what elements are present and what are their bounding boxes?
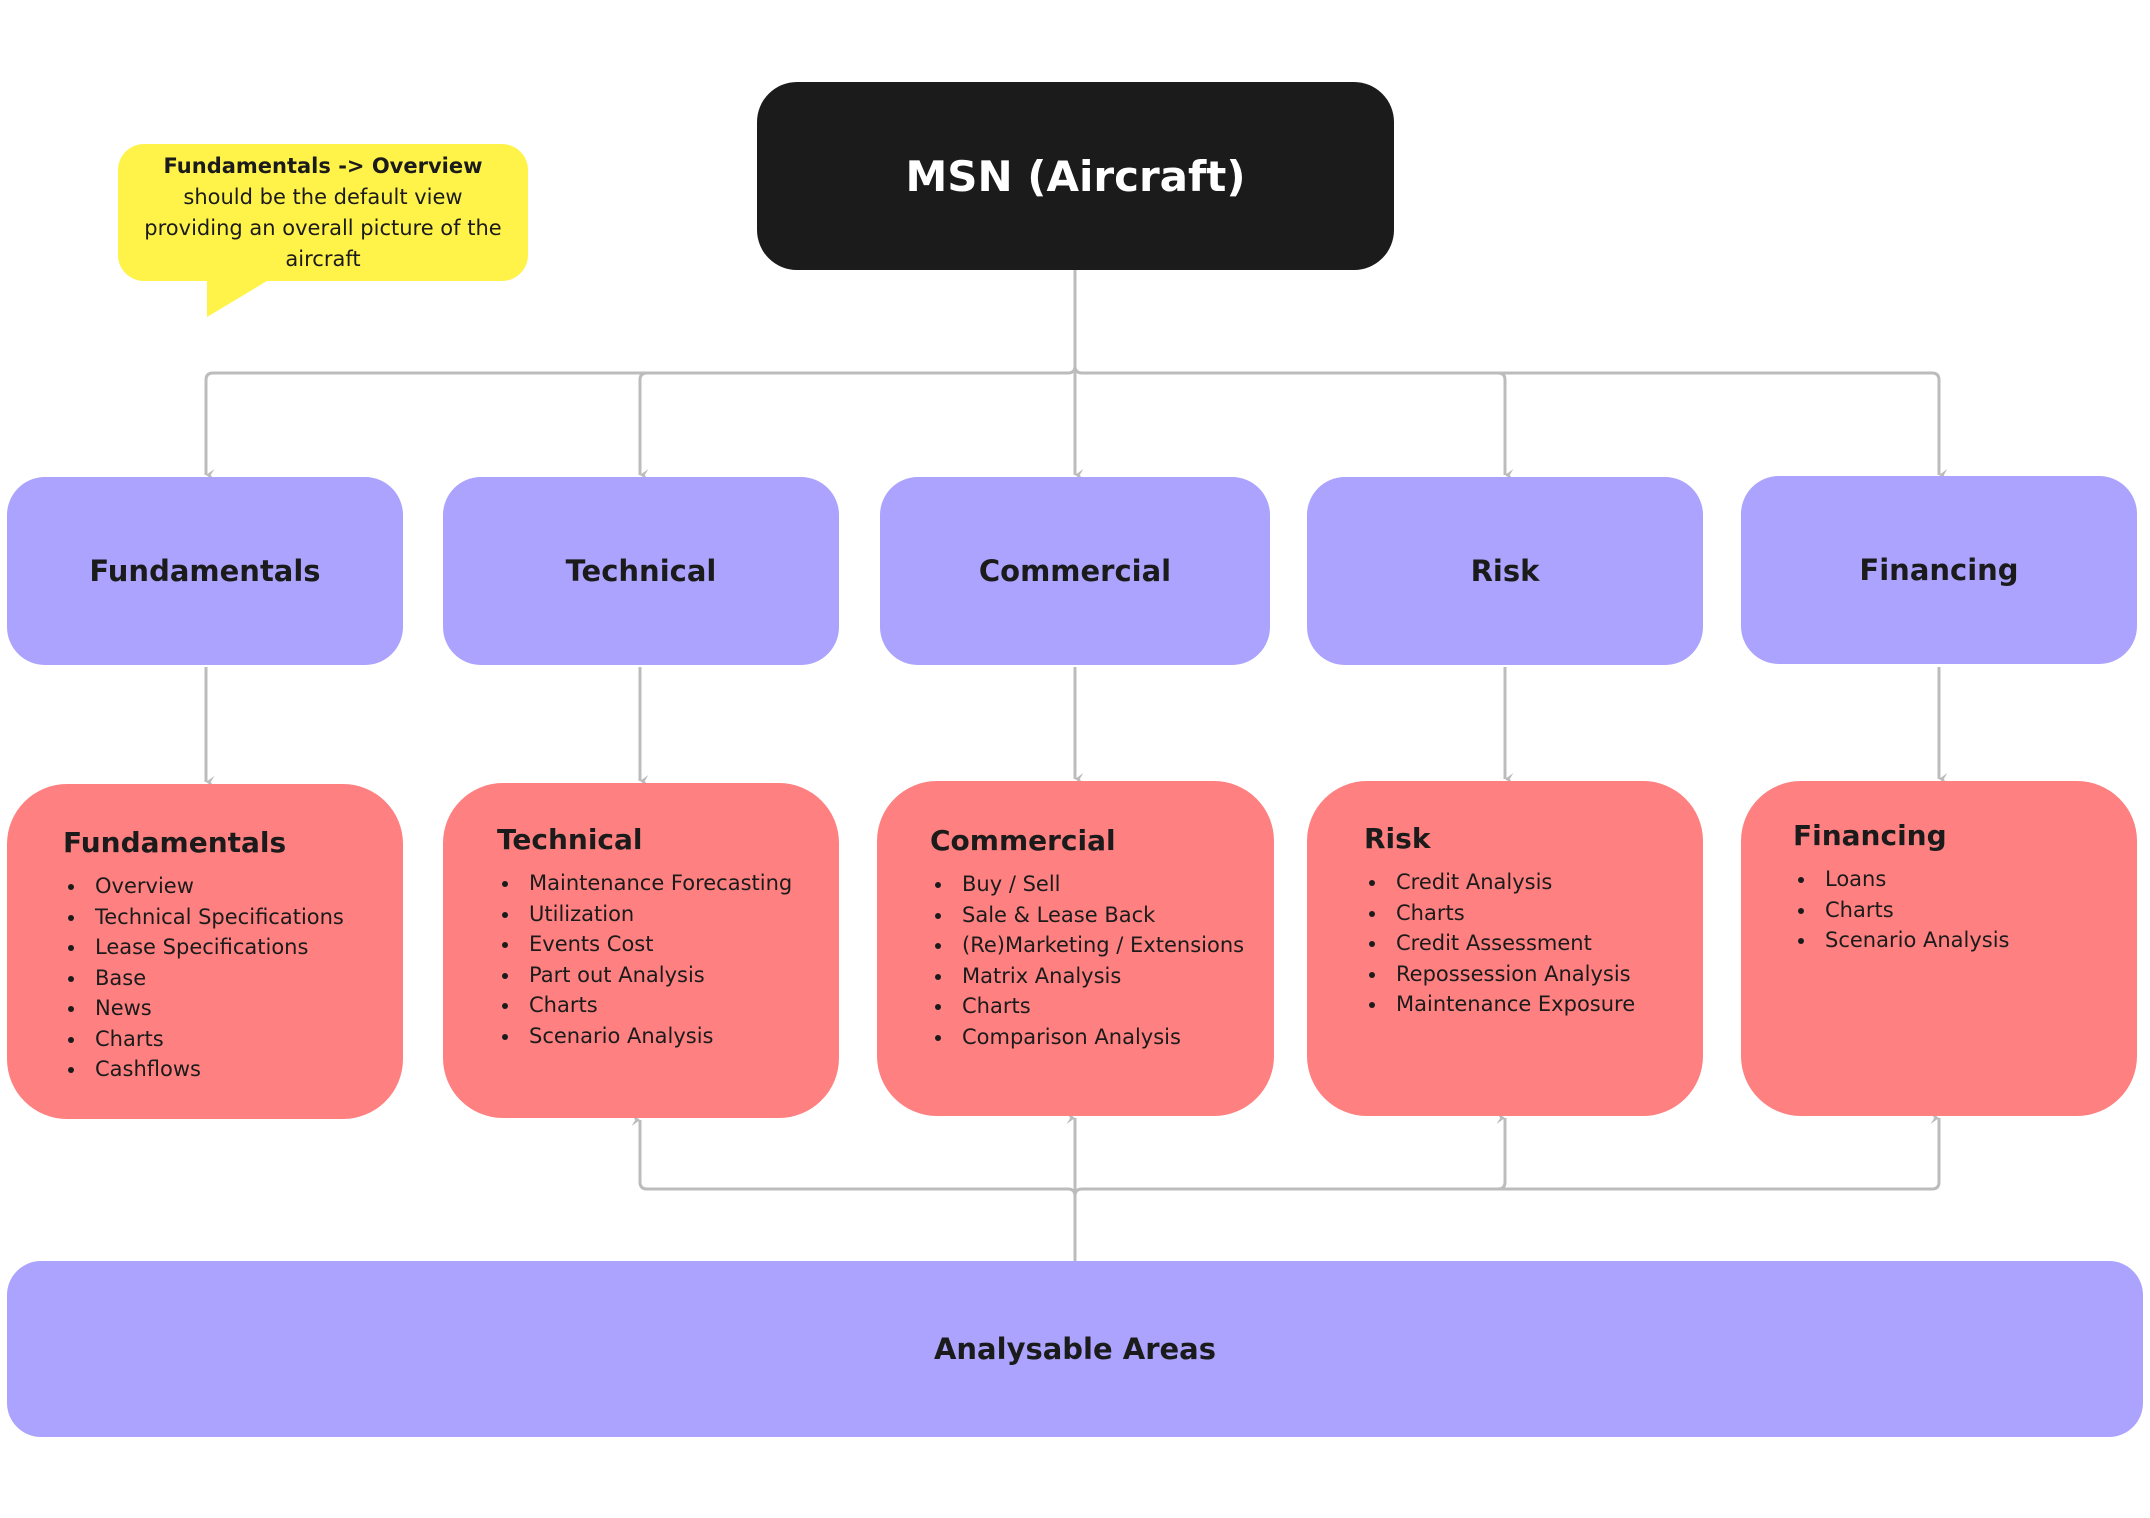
list-item: Part out Analysis xyxy=(521,960,839,991)
list-item: Repossession Analysis xyxy=(1388,959,1703,990)
category-commercial: Commercial xyxy=(880,477,1270,665)
list-item: Events Cost xyxy=(521,929,839,960)
list-item: Credit Analysis xyxy=(1388,867,1703,898)
detail-fundamentals: Fundamentals Overview Technical Specific… xyxy=(7,784,403,1119)
detail-financing: Financing Loans Charts Scenario Analysis xyxy=(1741,781,2137,1116)
detail-title: Commercial xyxy=(930,824,1116,857)
list-item: Credit Assessment xyxy=(1388,928,1703,959)
list-item: Technical Specifications xyxy=(87,902,403,933)
list-item: Charts xyxy=(87,1024,403,1055)
list-item: Utilization xyxy=(521,899,839,930)
analysable-areas-node: Analysable Areas xyxy=(7,1261,2143,1437)
detail-technical: Technical Maintenance Forecasting Utiliz… xyxy=(443,783,839,1118)
connector-root-technical xyxy=(638,371,649,481)
category-label: Technical xyxy=(565,554,717,588)
detail-title: Financing xyxy=(1793,819,1947,852)
detail-title: Fundamentals xyxy=(63,826,287,859)
list-item: Loans xyxy=(1817,864,2137,895)
detail-commercial: Commercial Buy / Sell Sale & Lease Back … xyxy=(877,781,1274,1116)
category-label: Fundamentals xyxy=(89,554,321,588)
list-item: Scenario Analysis xyxy=(1817,925,2137,956)
category-technical: Technical xyxy=(443,477,839,665)
list-item: Overview xyxy=(87,871,403,902)
bottom-label: Analysable Areas xyxy=(933,1332,1217,1366)
note-tail xyxy=(207,278,272,317)
category-label: Commercial xyxy=(978,554,1172,588)
list-item: Scenario Analysis xyxy=(521,1021,839,1052)
connector-bottom-financing xyxy=(1498,1112,1941,1191)
detail-risk: Risk Credit Analysis Charts Credit Asses… xyxy=(1307,781,1703,1116)
list-item: Charts xyxy=(1388,898,1703,929)
list-item: Lease Specifications xyxy=(87,932,403,963)
category-fundamentals: Fundamentals xyxy=(7,477,403,665)
category-label: Financing xyxy=(1859,553,2019,587)
list-item: Sale & Lease Back xyxy=(954,900,1274,931)
list-item: Charts xyxy=(521,990,839,1021)
connector-root-financing xyxy=(1498,371,1948,481)
list-item: Maintenance Exposure xyxy=(1388,989,1703,1020)
detail-title: Technical xyxy=(497,823,643,856)
root-node-msn-aircraft: MSN (Aircraft) xyxy=(757,82,1394,270)
list-item: Charts xyxy=(954,991,1274,1022)
detail-title: Risk xyxy=(1364,822,1431,855)
root-title: MSN (Aircraft) xyxy=(905,151,1246,201)
note-text: should be the default view providing an … xyxy=(144,184,502,271)
connector-root-risk xyxy=(1073,365,1514,481)
list-item: Buy / Sell xyxy=(954,869,1274,900)
note-bold: Fundamentals -> Overview xyxy=(163,153,483,178)
category-risk: Risk xyxy=(1307,477,1703,665)
list-item: Maintenance Forecasting xyxy=(521,868,839,899)
sticky-note: Fundamentals -> Overview should be the d… xyxy=(118,144,528,281)
category-label: Risk xyxy=(1470,554,1540,588)
list-item: News xyxy=(87,993,403,1024)
list-item: (Re)Marketing / Extensions xyxy=(954,930,1274,961)
list-item: Matrix Analysis xyxy=(954,961,1274,992)
list-item: Charts xyxy=(1817,895,2137,926)
list-item: Cashflows xyxy=(87,1054,403,1085)
list-item: Base xyxy=(87,963,403,994)
category-financing: Financing xyxy=(1741,476,2137,664)
list-item: Comparison Analysis xyxy=(954,1022,1274,1053)
connector-bottom-technical xyxy=(631,1114,1077,1261)
connector-bottom-risk xyxy=(1073,1112,1507,1197)
